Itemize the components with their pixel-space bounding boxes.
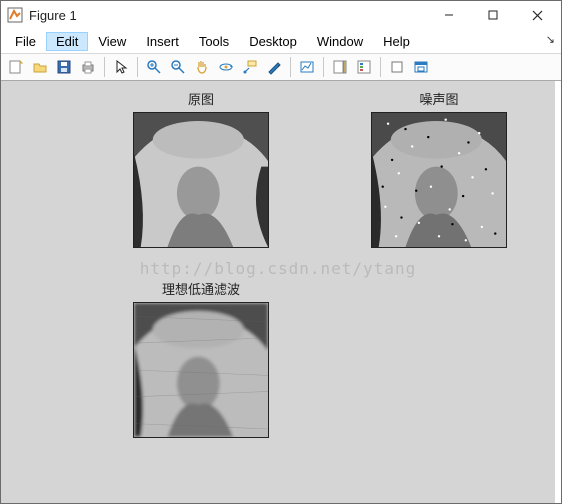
save-icon[interactable]: [53, 56, 75, 78]
hide-tools-icon[interactable]: [386, 56, 408, 78]
figure-canvas: 原图 噪声图: [1, 81, 561, 503]
brush-icon[interactable]: [263, 56, 285, 78]
watermark-text: http://blog.csdn.net/ytang: [1, 259, 555, 278]
menu-help[interactable]: Help: [373, 32, 420, 51]
zoom-out-icon[interactable]: [167, 56, 189, 78]
menu-tools[interactable]: Tools: [189, 32, 239, 51]
figure-window: Figure 1 File Edit View Insert Tools Des…: [0, 0, 562, 504]
toolbar-separator: [323, 57, 324, 77]
toolbar-separator: [104, 57, 105, 77]
menu-file[interactable]: File: [5, 32, 46, 51]
subplot-original: 原图: [133, 89, 269, 248]
zoom-in-icon[interactable]: [143, 56, 165, 78]
subplot-title: 噪声图: [371, 89, 507, 108]
data-cursor-icon[interactable]: [239, 56, 261, 78]
print-icon[interactable]: [77, 56, 99, 78]
image-lowpass: [133, 302, 269, 438]
toolbar-separator: [137, 57, 138, 77]
menu-view[interactable]: View: [88, 32, 136, 51]
rotate-3d-icon[interactable]: [215, 56, 237, 78]
titlebar: Figure 1: [1, 1, 561, 29]
toolbar: [1, 53, 561, 81]
link-plot-icon[interactable]: [296, 56, 318, 78]
image-noise: [371, 112, 507, 248]
subplot-lowpass: 理想低通滤波: [133, 279, 269, 438]
window-title: Figure 1: [29, 8, 427, 23]
dock-icon[interactable]: [410, 56, 432, 78]
open-icon[interactable]: [29, 56, 51, 78]
new-figure-icon[interactable]: [5, 56, 27, 78]
subplot-title: 原图: [133, 89, 269, 108]
image-original: [133, 112, 269, 248]
menu-desktop[interactable]: Desktop: [239, 32, 307, 51]
menu-insert[interactable]: Insert: [136, 32, 189, 51]
toolbar-separator: [290, 57, 291, 77]
pointer-icon[interactable]: [110, 56, 132, 78]
window-controls: [427, 1, 559, 29]
legend-icon[interactable]: [353, 56, 375, 78]
matlab-figure-icon: [7, 7, 23, 23]
minimize-button[interactable]: [427, 1, 471, 29]
subplot-noise: 噪声图: [371, 89, 507, 248]
subplot-title: 理想低通滤波: [133, 279, 269, 298]
menubar: File Edit View Insert Tools Desktop Wind…: [1, 29, 561, 53]
menubar-corner-icon[interactable]: ↘: [546, 33, 555, 46]
maximize-button[interactable]: [471, 1, 515, 29]
pan-icon[interactable]: [191, 56, 213, 78]
close-button[interactable]: [515, 1, 559, 29]
menu-edit[interactable]: Edit: [46, 32, 88, 51]
menu-window[interactable]: Window: [307, 32, 373, 51]
toolbar-separator: [380, 57, 381, 77]
colorbar-icon[interactable]: [329, 56, 351, 78]
